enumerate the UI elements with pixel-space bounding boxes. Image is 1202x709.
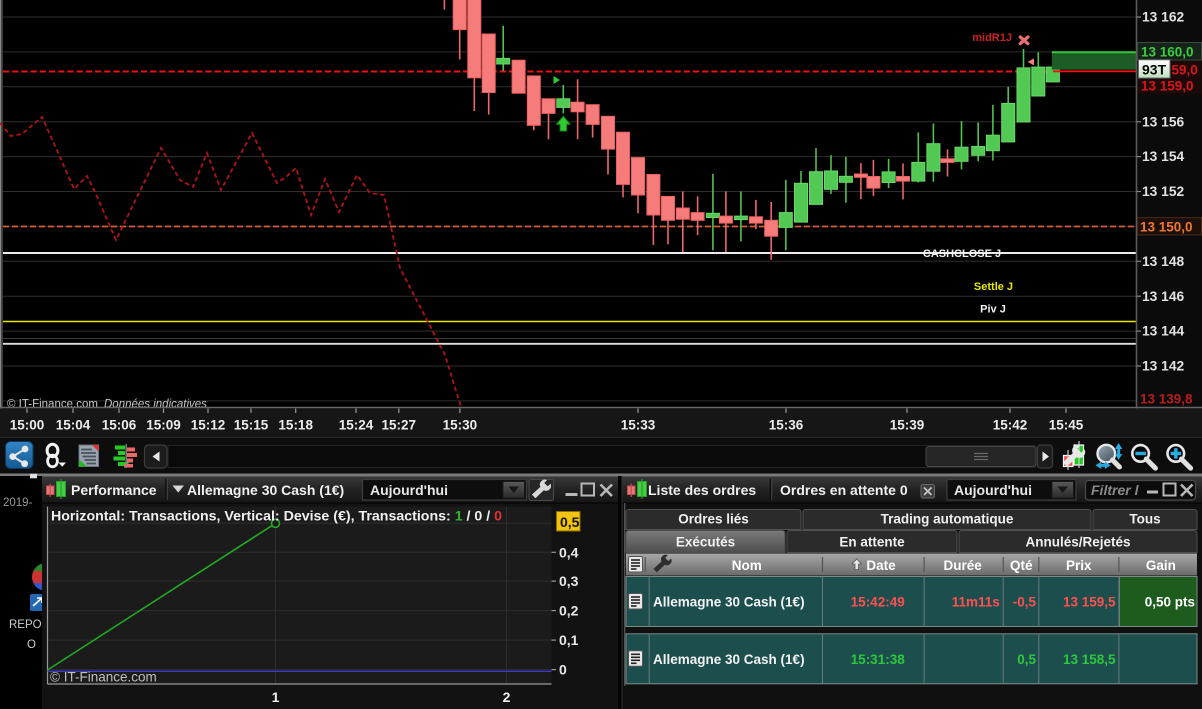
svg-text:15:36: 15:36 [769,418,804,433]
svg-text:15:18: 15:18 [278,418,313,433]
svg-text:0,3: 0,3 [559,573,579,589]
svg-text:0,2: 0,2 [559,603,579,619]
svg-text:13 152: 13 152 [1142,184,1185,199]
svg-text:1: 1 [272,689,280,705]
svg-text:0,1: 0,1 [559,632,579,648]
svg-text:13 142: 13 142 [1142,359,1185,374]
svg-text:2: 2 [503,689,511,705]
svg-text:15:31:38: 15:31:38 [851,652,906,667]
svg-text:15:00: 15:00 [10,418,45,433]
svg-text:O: O [27,639,36,651]
svg-text:Piv J: Piv J [980,304,1006,316]
svg-text:CASHCLOSE J: CASHCLOSE J [923,248,1001,260]
svg-text:13 148: 13 148 [1142,254,1185,269]
svg-text:13 162: 13 162 [1142,10,1185,25]
svg-text:13 146: 13 146 [1142,289,1185,304]
svg-text:2019-: 2019- [3,497,33,509]
svg-text:Ordres en attente 0: Ordres en attente 0 [780,482,908,498]
svg-text:13 150,0: 13 150,0 [1140,219,1193,234]
svg-text:15:12: 15:12 [191,418,226,433]
svg-text:13 159,5: 13 159,5 [1063,595,1116,610]
svg-text:Ordres liés: Ordres liés [678,512,749,527]
svg-text:15:15: 15:15 [234,418,269,433]
svg-text:15:33: 15:33 [621,418,656,433]
svg-text:midR1J: midR1J [972,32,1012,44]
svg-text:Allemagne 30 Cash (1€): Allemagne 30 Cash (1€) [653,595,805,610]
svg-text:0,4: 0,4 [559,544,579,560]
svg-text:13 154: 13 154 [1142,149,1185,164]
svg-text:15:39: 15:39 [890,418,925,433]
svg-text:15:27: 15:27 [382,418,417,433]
svg-text:13 144: 13 144 [1142,324,1185,339]
svg-text:15:04: 15:04 [56,418,91,433]
svg-text:Settle J: Settle J [974,281,1013,293]
svg-text:15:45: 15:45 [1049,418,1084,433]
svg-text:-0,5: -0,5 [1013,595,1037,610]
svg-text:15:06: 15:06 [102,418,137,433]
svg-text:Liste des ordres: Liste des ordres [648,482,756,498]
svg-text:Durée: Durée [943,558,982,573]
svg-text:13 160,0: 13 160,0 [1141,45,1194,60]
svg-text:Prix: Prix [1066,558,1092,573]
svg-text:13 159,0: 13 159,0 [1141,78,1194,93]
svg-text:Allemagne 30 Cash (1€): Allemagne 30 Cash (1€) [653,652,805,667]
svg-text:Date: Date [866,558,896,573]
svg-text:Annulés/Rejetés: Annulés/Rejetés [1025,535,1130,550]
svg-text:15:09: 15:09 [146,418,181,433]
svg-text:11m11s: 11m11s [952,595,1000,610]
svg-text:0,5: 0,5 [560,514,580,530]
svg-text:0: 0 [559,662,567,678]
svg-text:15:30: 15:30 [443,418,478,433]
svg-text:En attente: En attente [839,535,905,550]
svg-text:Aujourd'hui: Aujourd'hui [954,482,1032,498]
svg-text:15:24: 15:24 [339,418,374,433]
svg-text:Nom: Nom [732,558,762,573]
svg-text:REPO: REPO [9,619,42,631]
svg-text:© IT-Finance.com: © IT-Finance.com [50,670,157,685]
svg-text:Trading automatique: Trading automatique [881,512,1014,527]
svg-text:Gain: Gain [1146,558,1176,573]
svg-text:Exécutés: Exécutés [676,535,735,550]
svg-text:Performance: Performance [71,482,157,498]
svg-text:15:42: 15:42 [993,418,1028,433]
svg-text:Allemagne 30 Cash (1€): Allemagne 30 Cash (1€) [187,482,344,498]
svg-text:0,50 pts: 0,50 pts [1145,595,1195,610]
svg-text:Filtrer l: Filtrer l [1091,482,1140,498]
svg-text:15:42:49: 15:42:49 [851,595,905,610]
svg-text:93T: 93T [1142,61,1167,77]
svg-text:Horizontal: Transactions, Vert: Horizontal: Transactions, Vertical: Devi… [51,509,502,525]
svg-text:Tous: Tous [1129,512,1160,527]
svg-text:Qté: Qté [1010,558,1033,573]
svg-text:13 158,5: 13 158,5 [1063,652,1116,667]
svg-text:0,5: 0,5 [1017,652,1036,667]
svg-text:59,0: 59,0 [1172,63,1198,78]
svg-text:Aujourd'hui: Aujourd'hui [370,482,448,498]
svg-text:13 156: 13 156 [1142,114,1185,129]
svg-text:13 139,8: 13 139,8 [1140,392,1193,407]
